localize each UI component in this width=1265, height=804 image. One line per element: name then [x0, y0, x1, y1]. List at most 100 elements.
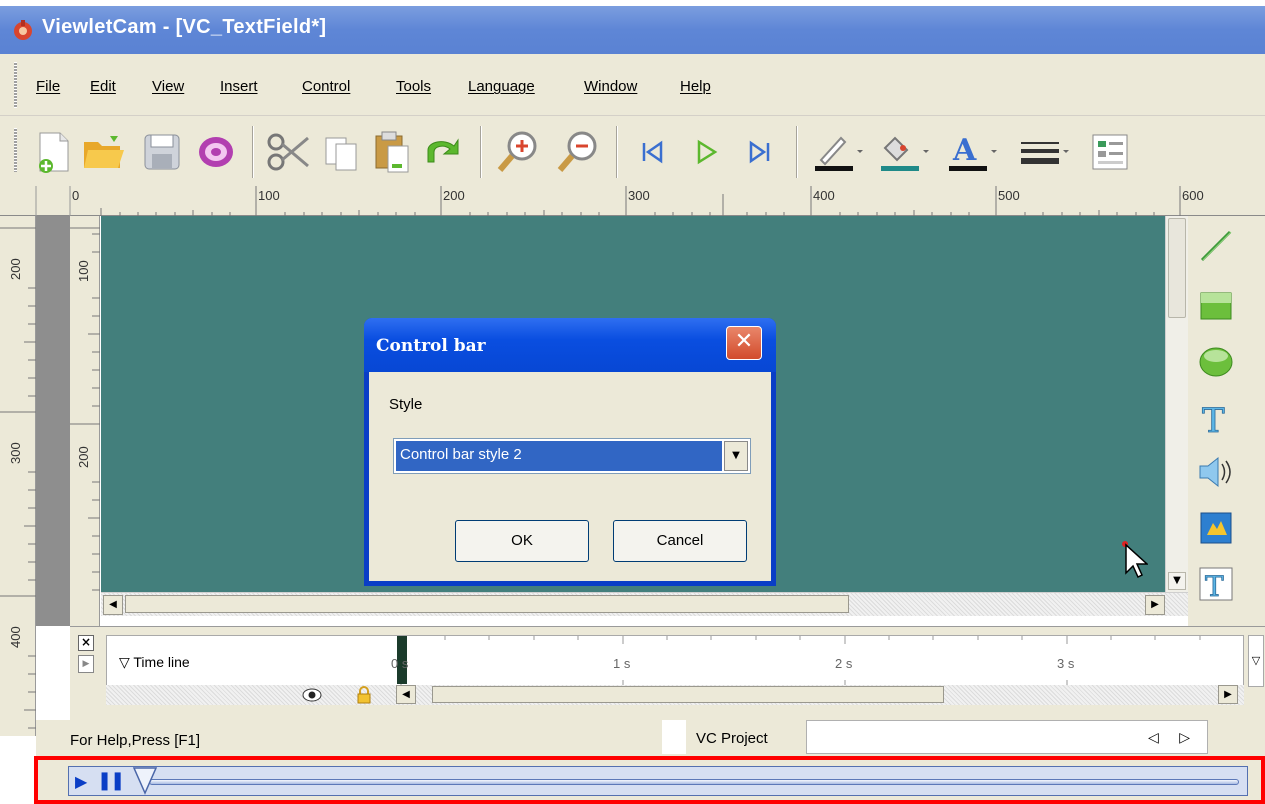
cancel-button[interactable]: Cancel [613, 520, 747, 562]
line-tool-icon[interactable] [1196, 226, 1236, 266]
scroll-left-arrow-icon[interactable]: ◀ [103, 595, 123, 615]
svg-text:T: T [1202, 401, 1225, 436]
style-select[interactable]: Control bar style 2 ▼ [393, 438, 751, 474]
save-icon[interactable] [138, 128, 186, 176]
open-icon[interactable] [80, 128, 128, 176]
vruler-inner-label: 100 [76, 260, 91, 282]
toolbar-separator [796, 126, 798, 178]
menu-help[interactable]: Help [680, 78, 711, 95]
hruler-label: 300 [628, 188, 650, 203]
textfield-tool-icon[interactable]: T [1196, 564, 1236, 604]
timeline-expand-icon[interactable]: ▶ [78, 655, 94, 673]
text-tool-icon[interactable]: T [1196, 398, 1236, 438]
first-frame-icon[interactable] [628, 128, 676, 176]
timeline-scroll-right-icon[interactable]: ▶ [1218, 685, 1238, 704]
timeline-header[interactable]: ▽ Time line 0 s 1 s 2 s 3 s [106, 635, 1244, 687]
menu-grip [14, 62, 17, 108]
timeline-panel: × ▶ ▽ Time line 0 s 1 s 2 s 3 s ▽ ◀ ▶ [70, 626, 1265, 720]
timeline-dropdown-icon[interactable]: ▽ [1248, 635, 1264, 687]
menu-bar: File Edit View Insert Control Tools Lang… [0, 54, 1265, 116]
menu-view[interactable]: View [152, 78, 184, 95]
timeline-scroll-thumb[interactable] [432, 686, 944, 703]
menu-tools[interactable]: Tools [396, 78, 431, 95]
hruler-label: 500 [998, 188, 1020, 203]
window-title: ViewletCam - [VC_TextField*] [42, 16, 327, 38]
scroll-down-arrow-icon[interactable]: ▼ [1168, 572, 1186, 590]
undo-icon[interactable] [420, 128, 468, 176]
outer-vertical-ruler: 200 300 400 [0, 216, 36, 736]
chevron-down-icon[interactable]: ▼ [724, 441, 748, 471]
vruler-label: 300 [8, 442, 23, 464]
canvas-vertical-scrollbar[interactable]: ▼ [1165, 216, 1188, 592]
zoom-in-icon[interactable] [494, 128, 542, 176]
eye-icon[interactable] [302, 687, 322, 703]
mouse-cursor-icon [1125, 543, 1148, 579]
hruler-label: 400 [813, 188, 835, 203]
properties-icon[interactable] [1086, 128, 1134, 176]
close-timeline-icon[interactable]: × [78, 635, 94, 651]
image-tool-icon[interactable] [1196, 508, 1236, 548]
timeline-scroll-left-icon[interactable]: ◀ [396, 685, 416, 704]
zoom-out-icon[interactable] [554, 128, 602, 176]
hruler-label: 100 [258, 188, 280, 203]
style-select-value[interactable]: Control bar style 2 [396, 441, 722, 471]
status-pane [662, 720, 686, 754]
dialog-body: Style Control bar style 2 ▼ OK Cancel [369, 372, 771, 581]
ellipse-tool-icon[interactable] [1196, 342, 1236, 382]
outer-vertical-ruler-ticks [0, 227, 36, 729]
dialog-title-bar[interactable]: Control bar ✕ [364, 318, 776, 372]
rectangle-tool-icon[interactable] [1196, 286, 1236, 326]
status-help-text: For Help,Press [F1] [70, 732, 201, 749]
play-button[interactable]: ▶ [75, 772, 87, 791]
lock-icon[interactable] [356, 686, 372, 704]
menu-edit[interactable]: Edit [90, 78, 116, 95]
publish-icon[interactable] [192, 128, 240, 176]
new-icon[interactable] [30, 128, 78, 176]
toolbar-separator [252, 126, 254, 178]
menu-insert[interactable]: Insert [220, 78, 258, 95]
svg-text:T: T [1205, 570, 1224, 602]
scroll-right-arrow-icon[interactable]: ▶ [1145, 595, 1165, 615]
copy-icon[interactable] [318, 128, 366, 176]
play-icon[interactable] [682, 128, 730, 176]
ok-button[interactable]: OK [455, 520, 589, 562]
control-bar-dialog: Control bar ✕ Style Control bar style 2 … [364, 318, 776, 586]
paste-icon[interactable] [368, 128, 416, 176]
timeline-label[interactable]: ▽ Time line [119, 654, 190, 671]
status-nav-arrows[interactable]: ◁ ▷ [1148, 730, 1198, 746]
line-color-icon[interactable] [808, 128, 868, 176]
control-bar-highlight: ▶ ❚❚ [34, 756, 1265, 804]
canvas-horizontal-scrollbar[interactable]: ◀ ▶ [101, 592, 1188, 616]
timeline-scale [400, 636, 1201, 686]
menu-control[interactable]: Control [302, 78, 350, 95]
hruler-label: 0 [72, 188, 80, 203]
vruler-label: 200 [8, 258, 23, 280]
cut-icon[interactable] [264, 128, 312, 176]
control-bar-progress-track[interactable] [149, 779, 1239, 785]
svg-text:A: A [952, 133, 977, 168]
menu-file[interactable]: File [36, 78, 60, 95]
sound-tool-icon[interactable] [1196, 452, 1236, 492]
toolbar-grip [14, 128, 17, 172]
toolbar-separator [616, 126, 618, 178]
vertical-scroll-thumb[interactable] [1168, 218, 1186, 318]
line-style-icon[interactable] [1014, 128, 1074, 176]
style-label: Style [389, 396, 423, 413]
close-icon[interactable]: ✕ [726, 326, 762, 360]
last-frame-icon[interactable] [736, 128, 784, 176]
workspace-gutter [36, 216, 70, 626]
fill-color-icon[interactable] [872, 128, 932, 176]
menu-language[interactable]: Language [468, 78, 535, 95]
timeline-mark: 3 s [1057, 656, 1075, 671]
title-bar: ViewletCam - [VC_TextField*] [0, 0, 1265, 54]
menu-window[interactable]: Window [584, 78, 637, 95]
hruler-label: 600 [1182, 188, 1204, 203]
horizontal-scroll-thumb[interactable] [125, 595, 849, 613]
progress-slider-handle[interactable] [133, 767, 157, 795]
pause-button[interactable]: ❚❚ [97, 770, 125, 791]
tool-palette: T T [1188, 216, 1265, 626]
font-color-icon[interactable]: A [942, 128, 1002, 176]
vruler-label: 400 [8, 626, 23, 648]
control-bar: ▶ ❚❚ [68, 766, 1248, 796]
timeline-scrollbar[interactable]: ◀ ▶ [106, 685, 1244, 705]
